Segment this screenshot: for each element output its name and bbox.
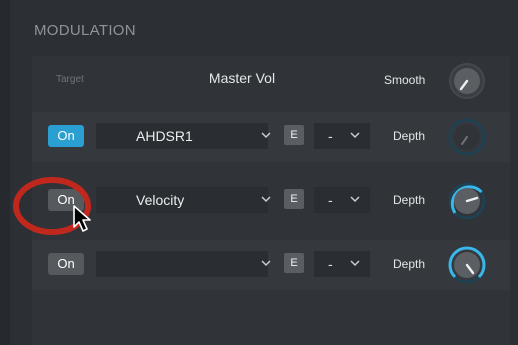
mouse-pointer-icon [73, 205, 91, 232]
sub-select[interactable]: - [314, 187, 370, 213]
depth-knob-icon[interactable] [446, 116, 488, 158]
modulation-table: Target Master Vol Smooth On AHDSR1 E - D… [32, 56, 510, 345]
source-select[interactable]: Velocity [96, 187, 268, 213]
depth-label: Depth [393, 257, 426, 271]
chevron-down-icon [350, 196, 360, 203]
edit-button[interactable]: E [284, 125, 304, 145]
source-select[interactable]: AHDSR1 [96, 123, 268, 149]
target-value[interactable]: Master Vol [182, 70, 302, 86]
sub-select[interactable]: - [314, 123, 370, 149]
sub-value: - [328, 128, 333, 144]
depth-label: Depth [393, 193, 426, 207]
mod-row-1: On AHDSR1 E - Depth [32, 112, 510, 162]
edit-button[interactable]: E [284, 189, 304, 209]
target-label: Target [56, 74, 84, 85]
source-select[interactable] [96, 251, 268, 277]
mod-row-3: On E - Depth [32, 240, 510, 290]
mod-row-2: On Velocity E - Depth [32, 176, 510, 226]
source-value: Velocity [136, 192, 185, 208]
smooth-knob-icon[interactable] [446, 60, 488, 102]
chevron-down-icon [350, 132, 360, 139]
chevron-down-icon[interactable] [260, 129, 272, 141]
chevron-down-icon[interactable] [260, 257, 272, 269]
depth-knob-icon[interactable] [446, 180, 488, 222]
section-title: MODULATION [34, 22, 136, 39]
source-value: AHDSR1 [136, 128, 193, 144]
on-button[interactable]: On [48, 125, 84, 147]
edit-button[interactable]: E [284, 253, 304, 273]
on-button[interactable]: On [48, 253, 84, 275]
depth-label: Depth [393, 129, 426, 143]
depth-knob-icon[interactable] [446, 244, 488, 286]
sub-value: - [328, 256, 333, 272]
sub-select[interactable]: - [314, 251, 370, 277]
sub-value: - [328, 192, 333, 208]
smooth-label: Smooth [384, 73, 426, 87]
chevron-down-icon [350, 260, 360, 267]
modulation-panel: MODULATION Target Master Vol Smooth On A… [10, 0, 518, 345]
target-row: Target Master Vol Smooth [32, 56, 510, 106]
chevron-down-icon[interactable] [260, 193, 272, 205]
